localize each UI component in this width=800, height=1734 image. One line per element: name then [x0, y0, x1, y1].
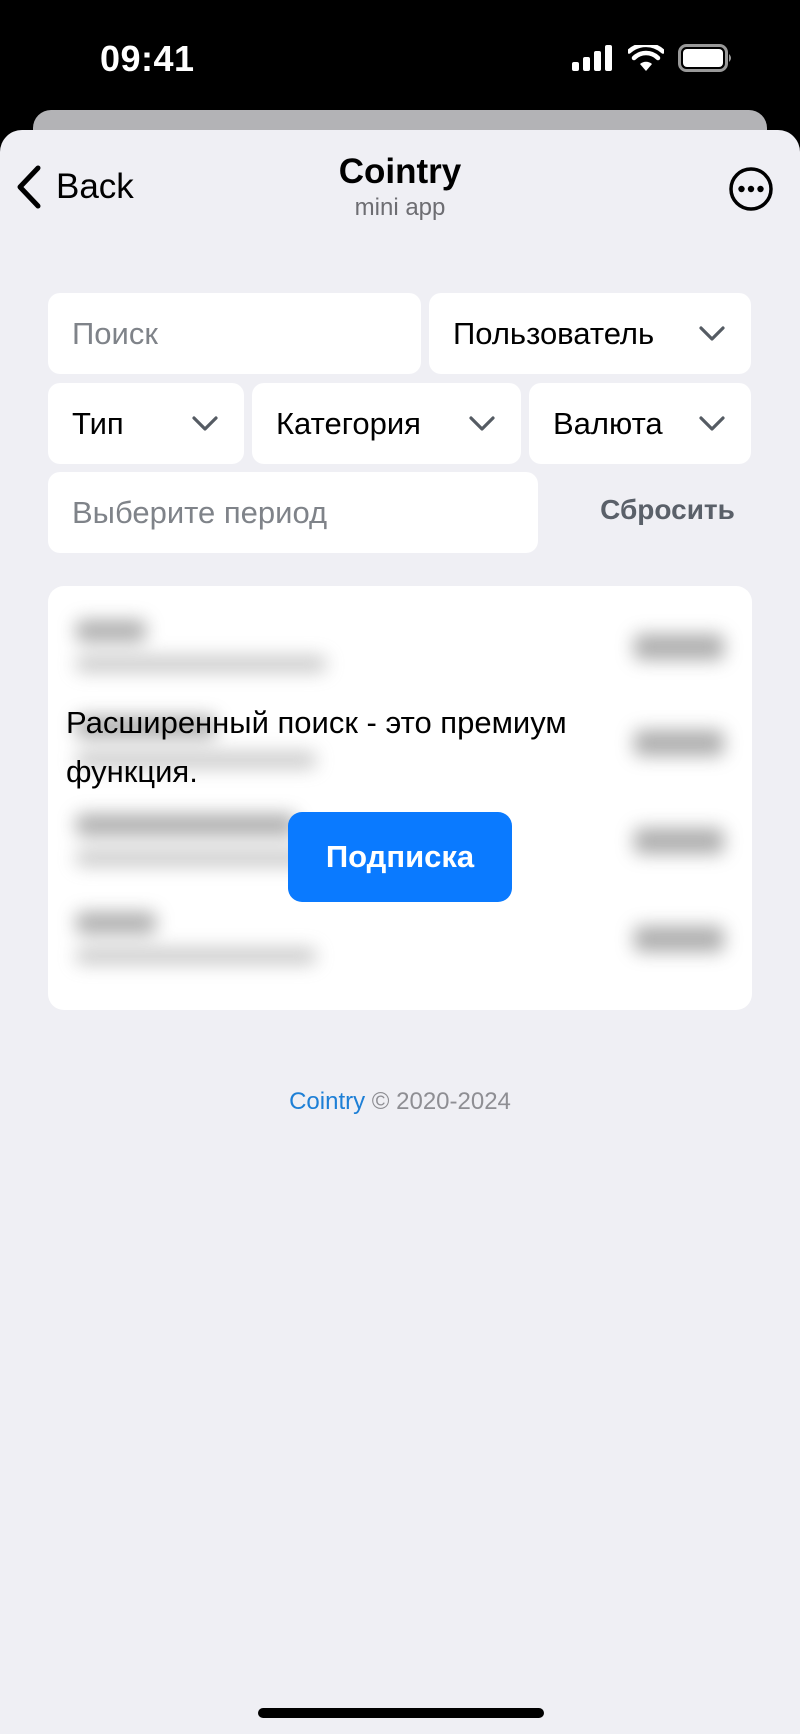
chevron-down-icon	[192, 415, 218, 431]
subscribe-button[interactable]: Подписка	[288, 812, 512, 902]
premium-locked-card: Расширенный поиск - это премиум функция.…	[48, 586, 752, 1010]
app-subtitle: mini app	[354, 194, 446, 221]
category-select[interactable]: Категория	[252, 383, 521, 464]
nav-title-block: Cointry mini app	[0, 152, 800, 222]
more-button[interactable]	[728, 166, 774, 217]
home-indicator	[258, 1708, 544, 1718]
wifi-icon	[628, 45, 664, 71]
mini-app-sheet: Back Cointry mini app Поиск Пользователь…	[0, 130, 800, 1734]
status-icons	[572, 44, 734, 72]
user-select-label: Пользователь	[453, 315, 655, 351]
user-select[interactable]: Пользователь	[429, 293, 751, 374]
chevron-down-icon	[469, 415, 495, 431]
period-placeholder: Выберите период	[72, 494, 328, 530]
category-select-label: Категория	[276, 405, 421, 441]
premium-message: Расширенный поиск - это премиум функция.	[66, 705, 567, 789]
more-horizontal-circle-icon	[729, 167, 773, 211]
battery-icon	[678, 44, 731, 72]
status-time: 09:41	[100, 38, 195, 79]
blurred-transaction-list	[48, 586, 752, 1010]
search-input[interactable]: Поиск	[48, 293, 421, 374]
chevron-down-icon	[699, 415, 725, 431]
chevron-down-icon	[699, 325, 725, 341]
blurred-row	[76, 620, 724, 690]
footer-brand-link[interactable]: Cointry	[289, 1088, 365, 1115]
type-select-label: Тип	[72, 405, 124, 441]
footer: Cointry © 2020-2024	[0, 1088, 800, 1116]
period-picker[interactable]: Выберите период	[48, 472, 538, 553]
status-bar: 09:41	[0, 0, 800, 110]
blurred-row	[76, 912, 724, 982]
currency-select[interactable]: Валюта	[529, 383, 751, 464]
reset-button[interactable]: Сбросить	[580, 470, 755, 550]
app-title: Cointry	[338, 152, 462, 191]
cellular-signal-icon	[572, 45, 612, 71]
type-select[interactable]: Тип	[48, 383, 244, 464]
search-placeholder: Поиск	[72, 315, 158, 351]
footer-copyright: © 2020-2024	[371, 1088, 511, 1115]
currency-select-label: Валюта	[553, 405, 663, 441]
